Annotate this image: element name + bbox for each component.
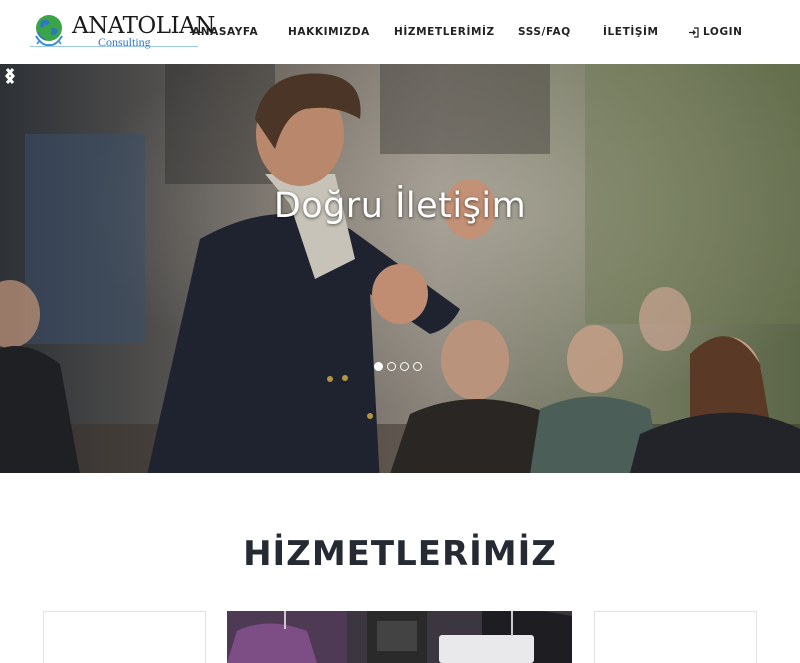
carousel-dot-1[interactable] <box>374 362 383 371</box>
nav-item-hakkimizda[interactable]: HAKKIMIZDA <box>288 24 370 40</box>
service-card-3[interactable] <box>594 611 757 663</box>
login-icon <box>689 26 699 38</box>
nav-item-sss[interactable]: SSS/FAQ <box>518 24 571 40</box>
brand-underline <box>30 46 198 47</box>
service-card-image <box>227 611 572 663</box>
services-heading: HİZMETLERİMİZ <box>243 534 557 574</box>
nav-item-hizmetlerimiz[interactable]: HİZMETLERİMİZ <box>394 24 495 40</box>
slide-caption: Doğru İletişim <box>273 186 527 226</box>
site-header: ANATOLIAN Consulting ANASAYFA HAKKIMIZDA… <box>0 0 800 64</box>
service-card-2[interactable] <box>227 611 572 663</box>
carousel-dot-2[interactable] <box>387 362 396 371</box>
carousel-indicators <box>374 362 422 371</box>
carousel-dot-4[interactable] <box>413 362 422 371</box>
hero-carousel[interactable]: Doğru İletişim <box>0 64 800 473</box>
login-link[interactable]: LOGIN <box>688 24 743 40</box>
chevron-right-icon[interactable] <box>0 64 20 88</box>
login-label: LOGIN <box>703 26 743 38</box>
service-card-1[interactable] <box>43 611 206 663</box>
carousel-dot-3[interactable] <box>400 362 409 371</box>
nav-item-anasayfa[interactable]: ANASAYFA <box>192 24 258 40</box>
main-nav: ANASAYFA HAKKIMIZDA HİZMETLERİMİZ SSS/FA… <box>0 24 800 40</box>
nav-item-iletisim[interactable]: İLETİŞİM <box>603 24 659 40</box>
hero-slide-image <box>0 64 800 473</box>
